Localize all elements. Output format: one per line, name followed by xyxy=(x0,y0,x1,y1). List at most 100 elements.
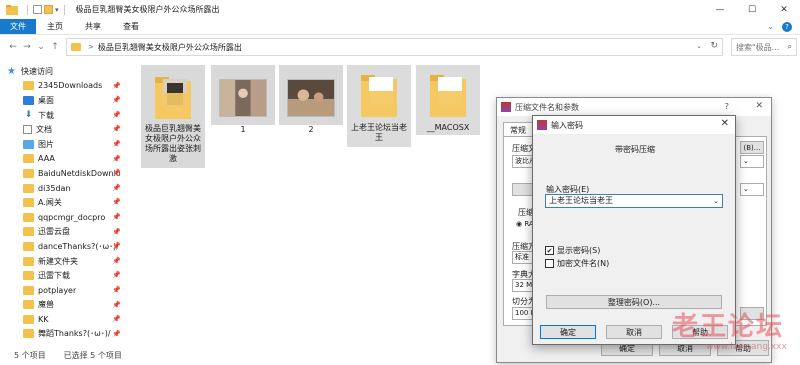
title-bar: ▾ 极品巨乳翘臀美女极限户外公众场所露出 — ☐ ✕ xyxy=(0,0,800,19)
breadcrumb[interactable]: 极品巨乳翘臀美女极限户外公众场所露出 xyxy=(98,42,242,53)
tab-share[interactable]: 共享 xyxy=(74,19,112,34)
sidebar-item[interactable]: 新建文件夹 📌 xyxy=(0,254,128,269)
file-item[interactable]: __MACOSX xyxy=(416,65,480,135)
pin-icon: 📌 xyxy=(112,183,121,192)
file-item[interactable]: 1 xyxy=(211,65,275,134)
folder-icon xyxy=(23,212,34,222)
image-thumbnail xyxy=(287,79,335,117)
address-bar[interactable]: > 极品巨乳翘臀美女极限户外公众场所露出 ⌄ ↻ xyxy=(66,38,723,56)
folder-icon xyxy=(23,329,34,339)
checkbox-icon[interactable] xyxy=(545,259,554,268)
search-input[interactable]: 搜索"极品... ⌕ xyxy=(731,38,797,56)
file-item[interactable]: 2 xyxy=(279,65,343,134)
refresh-icon[interactable]: ↻ xyxy=(710,41,718,51)
breadcrumb-separator: > xyxy=(88,43,94,51)
file-name: 上老王论坛当老王 xyxy=(351,123,407,142)
file-name: __MACOSX xyxy=(426,123,470,132)
desktop-icon xyxy=(23,95,34,105)
chevron-down-icon[interactable]: ⌄ xyxy=(713,195,719,207)
encrypt-names-checkbox[interactable]: 加密文件名(N) xyxy=(545,258,609,269)
show-password-checkbox[interactable]: ✔ 显示密码(S) xyxy=(545,245,600,256)
up-button[interactable]: ↑ xyxy=(48,42,62,52)
help-icon[interactable]: ? xyxy=(782,21,792,32)
ribbon-tabs: 文件 主页 共享 查看 ⌄ ? xyxy=(0,19,800,35)
pin-icon: 📌 xyxy=(112,154,121,163)
sidebar-item[interactable]: AAA 📌 xyxy=(0,152,128,167)
sidebar-item[interactable]: A.闻关 📌 xyxy=(0,195,128,210)
pin-icon: 📌 xyxy=(112,329,121,338)
new-folder-icon[interactable] xyxy=(44,5,53,14)
sidebar-item[interactable]: 桌面 📌 xyxy=(0,93,128,108)
tab-home[interactable]: 主页 xyxy=(36,19,74,34)
password-field[interactable]: 上老王论坛当老王 ⌄ xyxy=(545,194,723,208)
sidebar-item[interactable]: 迅雷下载 📌 xyxy=(0,268,128,283)
properties-icon[interactable] xyxy=(33,5,42,14)
dialog-title: 压缩文件名和参数 xyxy=(515,102,579,112)
chevron-down-icon[interactable]: ⌄ xyxy=(696,42,702,50)
file-item[interactable]: 极品巨乳翘臀美女极限户外公众场所露出姿张刺激 xyxy=(141,65,205,168)
forward-button[interactable]: → xyxy=(20,42,34,52)
search-icon[interactable]: ⌕ xyxy=(788,42,792,52)
minimize-button[interactable]: — xyxy=(704,0,736,19)
sidebar-item[interactable]: di35dan 📌 xyxy=(0,181,128,196)
item-count: 5 个项目 xyxy=(14,350,46,360)
close-icon[interactable]: ✕ xyxy=(755,101,763,111)
pin-icon: 📌 xyxy=(112,256,121,265)
sidebar-item[interactable]: 2345Downloads 📌 xyxy=(0,79,128,94)
navigation-pane: ★ 快速访问 2345Downloads 📌 桌面 📌 ⬇ 下载 📌 文档 📌 图片 📌 A… xyxy=(0,64,128,345)
pictures-icon xyxy=(23,139,34,149)
file-item[interactable]: 上老王论坛当老王 xyxy=(347,65,411,147)
pin-icon: 📌 xyxy=(112,169,121,178)
checkbox-checked-icon[interactable]: ✔ xyxy=(545,246,554,255)
sidebar-item[interactable]: 文档 📌 xyxy=(0,122,128,137)
pin-icon: 📌 xyxy=(112,300,121,309)
folder-icon xyxy=(430,75,466,117)
sidebar-item[interactable]: 迅雷云盘 📌 xyxy=(0,225,128,240)
folder-icon xyxy=(23,183,34,193)
sidebar-item[interactable]: 图片 📌 xyxy=(0,137,128,152)
file-name: 2 xyxy=(308,125,314,134)
document-icon xyxy=(23,125,32,135)
cancel-button[interactable]: 取消 xyxy=(606,325,662,339)
dialog-title-bar: 压缩文件名和参数 ? ✕ xyxy=(497,98,771,116)
maximize-button[interactable]: ☐ xyxy=(736,0,768,19)
pin-icon: 📌 xyxy=(112,242,121,251)
file-name: 极品巨乳翘臀美女极限户外公众场所露出姿张刺激 xyxy=(145,124,201,163)
browse-button[interactable]: (B)... xyxy=(740,141,764,154)
close-button[interactable]: ✕ xyxy=(768,0,800,19)
pin-icon: 📌 xyxy=(112,110,121,119)
search-placeholder: 搜索"极品... xyxy=(736,42,780,52)
download-icon: ⬇ xyxy=(24,110,33,121)
dialog-title: 输入密码 xyxy=(551,120,583,130)
sidebar-item[interactable]: danceThanks?(･ω･)/📌 xyxy=(0,239,128,254)
sidebar-item[interactable]: qqpcmgr_docpro 📌 xyxy=(0,210,128,225)
chevron-down-icon[interactable]: ⌄ xyxy=(740,183,764,196)
sidebar-item[interactable]: BaiduNetdiskDownlo 📌 xyxy=(0,166,128,181)
sidebar-item[interactable]: potplayer 📌 xyxy=(0,283,128,298)
folder-icon xyxy=(23,154,34,164)
address-row: ← → ⌄ ↑ > 极品巨乳翘臀美女极限户外公众场所露出 ⌄ ↻ 搜索"极品..… xyxy=(0,35,800,59)
back-button[interactable]: ← xyxy=(6,42,20,52)
close-icon[interactable]: ✕ xyxy=(721,118,729,129)
sidebar-item[interactable]: ⬇ 下载 📌 xyxy=(0,108,128,123)
pin-icon: 📌 xyxy=(112,81,121,90)
folder-icon xyxy=(23,227,34,237)
customize-toolbar-icon[interactable]: ▾ xyxy=(55,6,59,14)
pin-icon: 📌 xyxy=(112,125,121,134)
folder-icon xyxy=(23,81,34,91)
tab-view[interactable]: 查看 xyxy=(112,19,150,34)
tab-file[interactable]: 文件 xyxy=(0,19,36,34)
dialog-heading: 带密码压缩 xyxy=(615,145,655,154)
expand-ribbon-icon[interactable]: ⌄ xyxy=(767,22,774,31)
folder-icon xyxy=(23,241,34,251)
sidebar-item-quick-access[interactable]: ★ 快速访问 xyxy=(0,64,128,79)
ok-button[interactable]: 确定 xyxy=(540,325,596,339)
help-icon[interactable]: ? xyxy=(725,102,729,111)
file-name: 1 xyxy=(240,125,246,134)
chevron-down-icon[interactable]: ⌄ xyxy=(740,155,764,168)
sidebar-item[interactable]: 舞蹈Thanks?(･ω･)/📌 xyxy=(0,327,128,342)
sidebar-item[interactable]: KK 📌 xyxy=(0,312,128,327)
profiles-button[interactable] xyxy=(512,183,534,196)
recent-locations-button[interactable]: ⌄ xyxy=(34,42,48,52)
sidebar-item[interactable]: 魔兽 📌 xyxy=(0,298,128,313)
